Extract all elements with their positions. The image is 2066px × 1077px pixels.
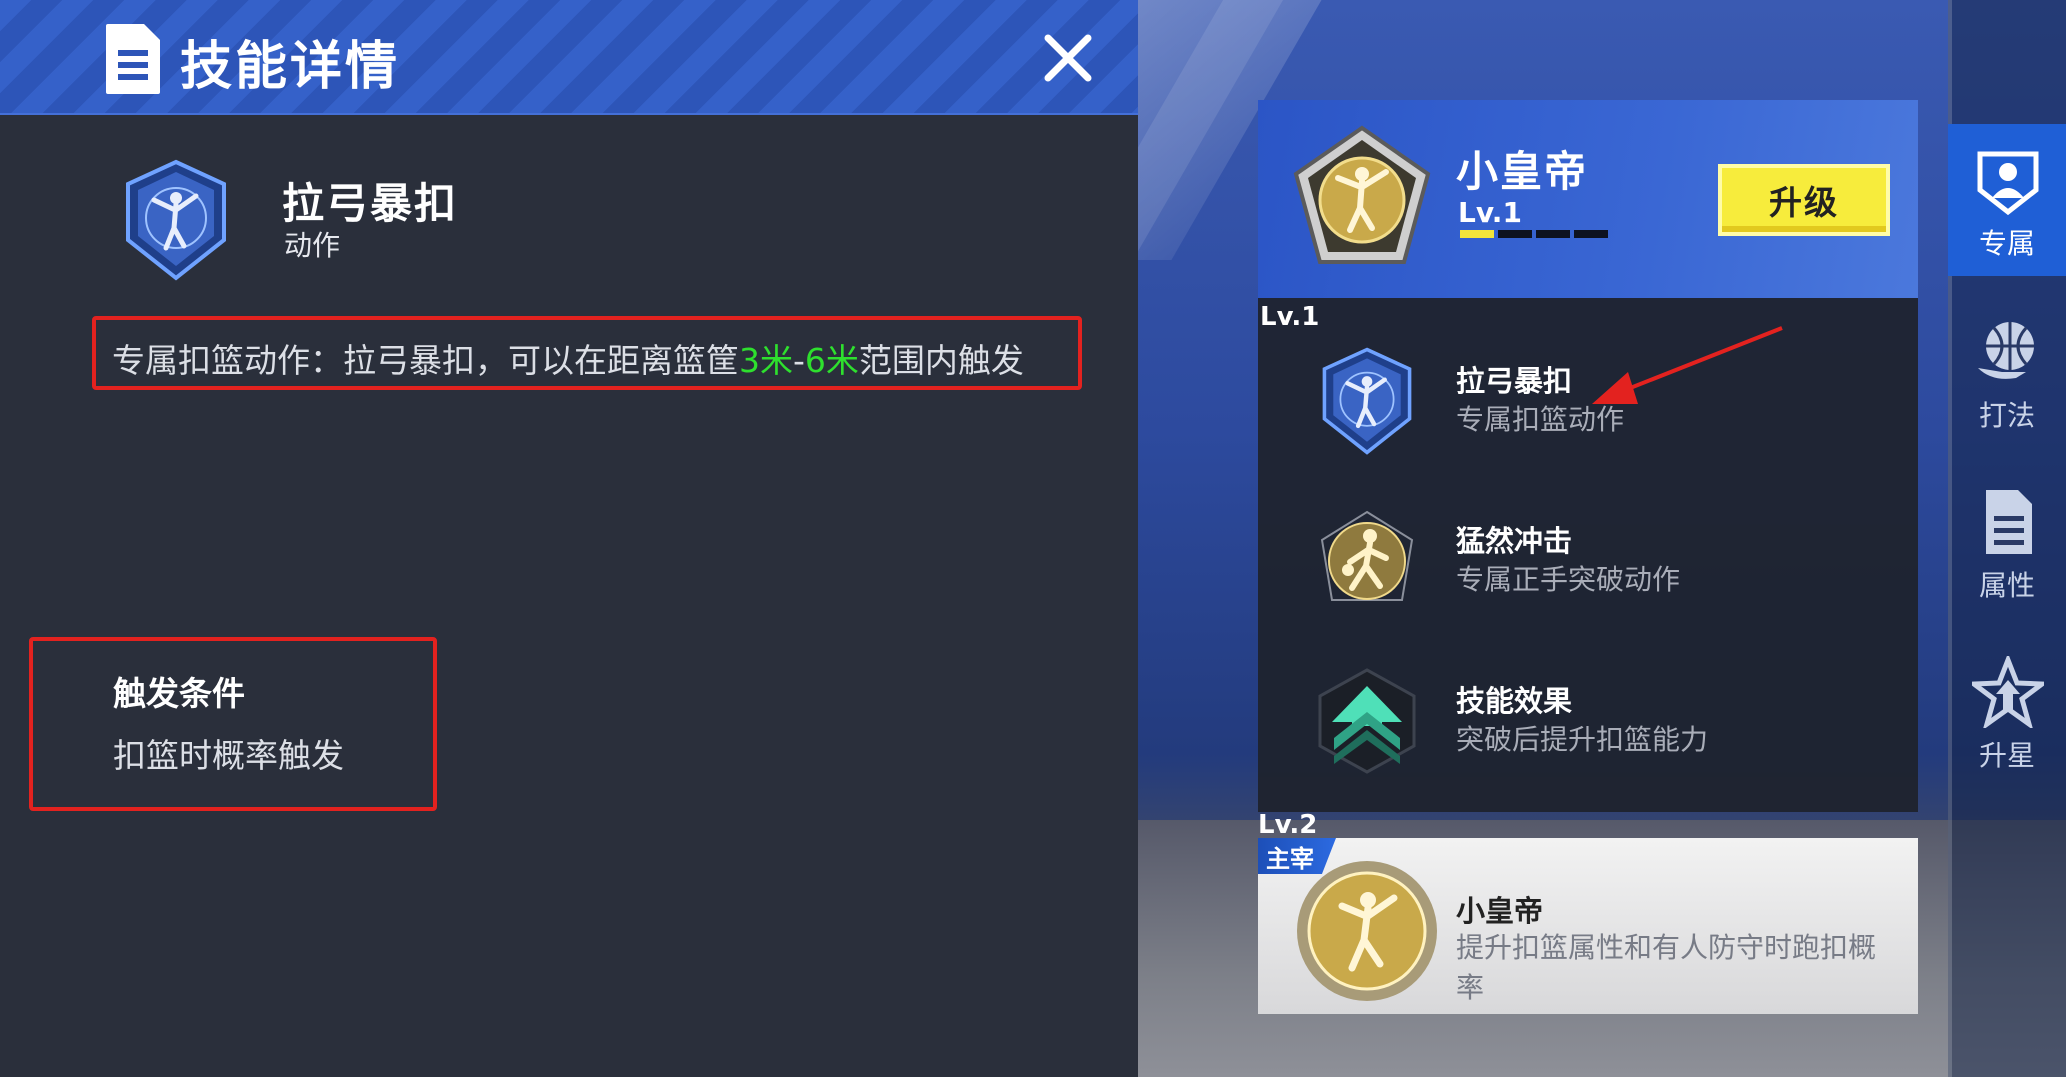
dialog-header: 技能详情	[0, 0, 1138, 115]
level-1-section: Lv.1 拉弓暴扣 专属扣篮动作 猛然冲击 专属正手突破动作 技能效果 突破后提…	[1258, 298, 1918, 812]
character-level: Lv.1	[1458, 196, 1522, 229]
skill-item-desc: 专属扣篮动作	[1456, 403, 1625, 436]
level-progress-segment	[1498, 230, 1532, 238]
side-tab-bar: 专属 打法 属性 升星	[1948, 0, 2066, 1077]
skill-name: 拉弓暴扣	[282, 179, 459, 228]
skill-item-name: 技能效果	[1456, 684, 1573, 718]
range-separator: -	[793, 341, 805, 380]
trigger-text: 扣篮时概率触发	[113, 736, 344, 775]
skill-item-name: 拉弓暴扣	[1456, 364, 1573, 398]
tab-label: 专属	[1978, 227, 2035, 260]
level-progress-segment	[1460, 230, 1494, 238]
exclusive-player-icon	[1977, 151, 2039, 216]
dunk-badge-icon	[126, 159, 226, 281]
range-max: 6米	[804, 341, 859, 380]
character-header: 小皇帝 Lv.1 升级	[1258, 100, 1918, 298]
skill-item-desc: 专属正手突破动作	[1456, 563, 1681, 596]
skill-type: 动作	[284, 229, 341, 262]
skill-item-desc: 突破后提升扣篮能力	[1456, 723, 1709, 756]
description-suffix: 范围内触发	[858, 341, 1024, 380]
skill-item[interactable]: 拉弓暴扣 专属扣篮动作	[1258, 336, 1918, 466]
skill-item-name: 小皇帝	[1456, 894, 1544, 928]
tab-attributes[interactable]: 属性	[1948, 466, 2066, 618]
tab-exclusive[interactable]: 专属	[1948, 124, 2066, 276]
close-icon[interactable]	[1040, 30, 1096, 86]
dialog-title: 技能详情	[180, 37, 401, 97]
character-badge-icon	[1297, 861, 1437, 1001]
skill-detail-dialog: 技能详情 拉弓暴扣 动作 专属扣篮动作：拉弓暴扣，可以在距离篮筐3米-6米范围内…	[0, 0, 1138, 1077]
character-name: 小皇帝	[1456, 147, 1589, 196]
star-up-icon	[1972, 656, 2044, 728]
level-progress-bar	[1460, 230, 1608, 238]
skill-item-desc: 提升扣篮属性和有人防守时跑扣概率	[1456, 931, 1877, 1004]
level-2-skill-card[interactable]: 主宰 小皇帝 提升扣篮属性和有人防守时跑扣概率	[1258, 838, 1918, 1014]
skill-item[interactable]: 猛然冲击 专属正手突破动作	[1258, 496, 1918, 626]
document-icon	[106, 24, 160, 94]
trigger-title: 触发条件	[113, 674, 245, 713]
skill-item[interactable]: 技能效果 突破后提升扣篮能力	[1258, 656, 1918, 786]
level-progress-segment	[1574, 230, 1608, 238]
trigger-annotation-box: 触发条件 扣篮时概率触发	[29, 637, 437, 811]
tab-label: 属性	[1978, 569, 2035, 602]
tab-label: 升星	[1978, 739, 2035, 772]
range-min: 3米	[739, 341, 793, 380]
skill-item-name: 猛然冲击	[1456, 524, 1573, 558]
tab-label: 打法	[1978, 399, 2035, 432]
description-prefix: 专属扣篮动作：拉弓暴扣，可以在距离篮筐	[112, 341, 739, 380]
level-2-label: Lv.2	[1258, 810, 1318, 840]
character-badge-icon	[1293, 125, 1431, 264]
description-annotation-box: 专属扣篮动作：拉弓暴扣，可以在距离篮筐3米-6米范围内触发	[92, 316, 1082, 390]
upgrade-arrow-icon	[1318, 668, 1416, 774]
level-1-label: Lv.1	[1260, 302, 1320, 332]
level-progress-segment	[1536, 230, 1570, 238]
dribble-player-icon	[1320, 510, 1414, 601]
basketball-hand-icon	[1978, 322, 2034, 379]
skill-description: 专属扣篮动作：拉弓暴扣，可以在距离篮筐3米-6米范围内触发	[112, 334, 1024, 382]
document-icon	[1986, 490, 2032, 554]
upgrade-button[interactable]: 升级	[1718, 164, 1890, 236]
tab-playstyle[interactable]: 打法	[1948, 296, 2066, 448]
dunk-badge-icon	[1322, 347, 1412, 455]
tab-star-up[interactable]: 升星	[1948, 636, 2066, 788]
